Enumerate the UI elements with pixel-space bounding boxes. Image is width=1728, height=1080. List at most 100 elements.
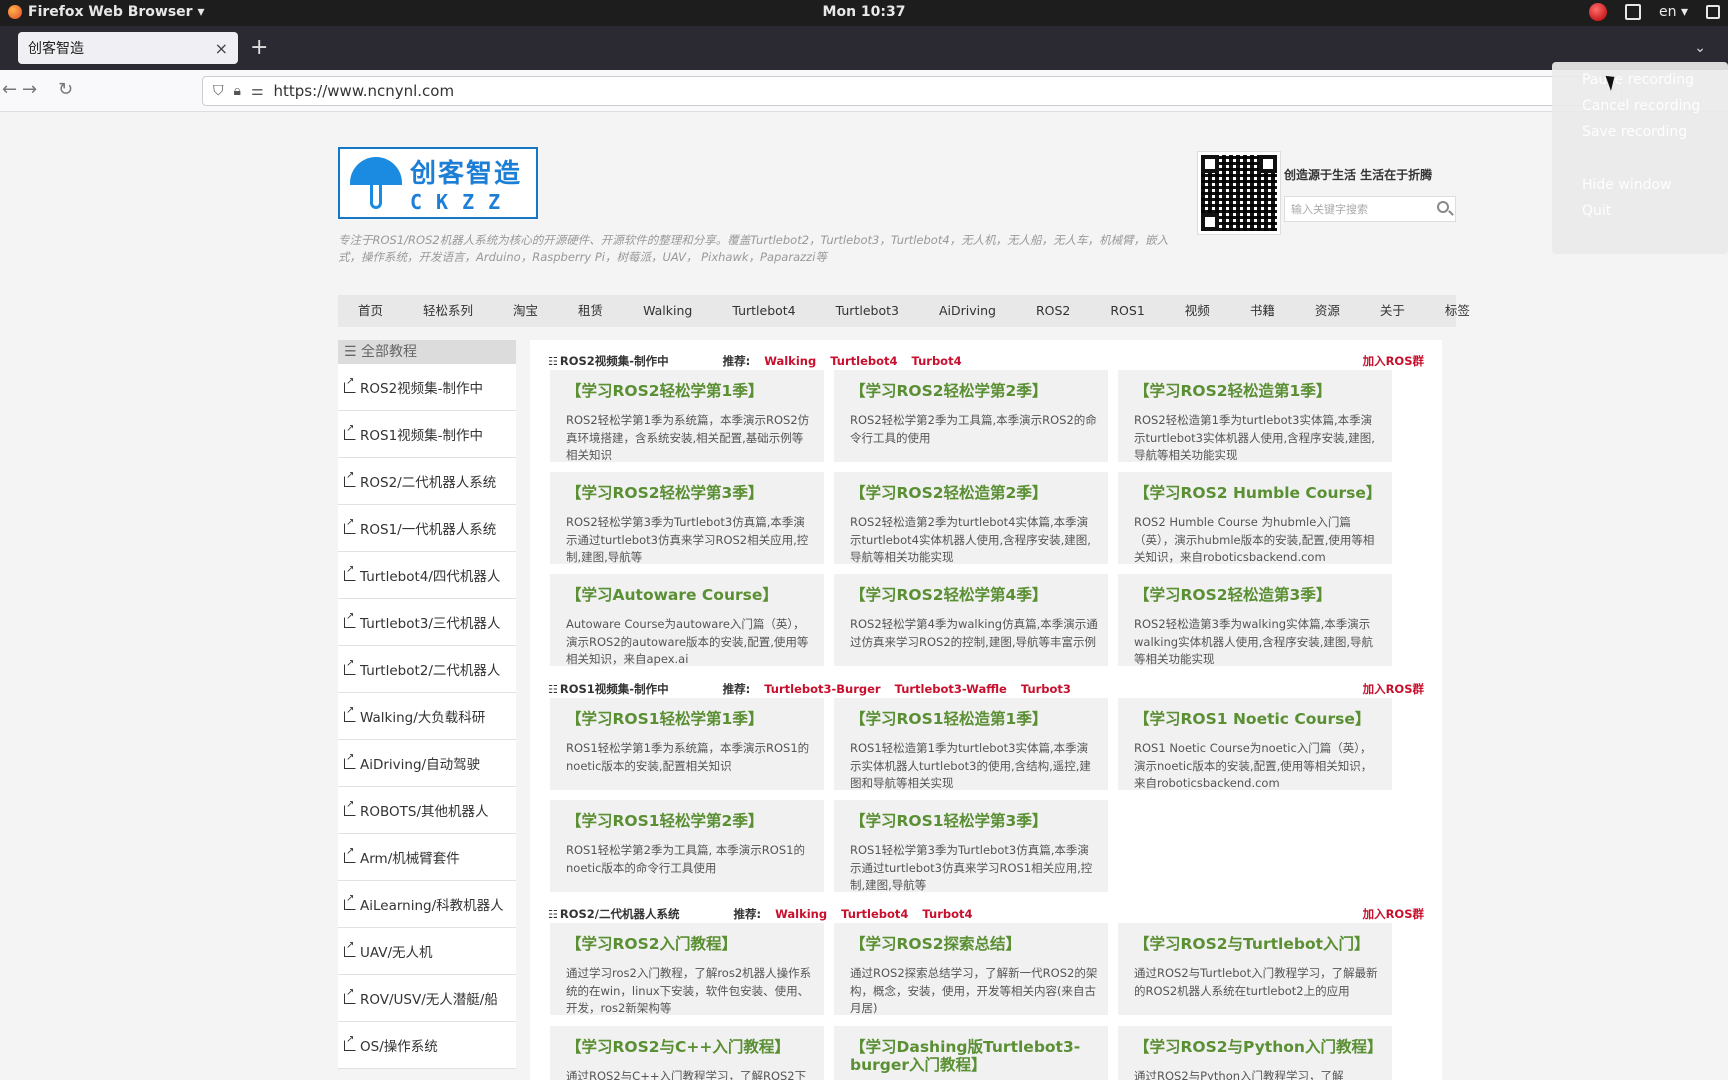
course-card[interactable]: 【学习ROS2 Humble Course】 ROS2 Humble Course… [1118, 472, 1392, 564]
sidebar-item[interactable]: ROBOTS/其他机器人 [338, 787, 516, 834]
site-logo[interactable]: 创客智造 CKZZ [338, 147, 538, 219]
recommend-tag[interactable]: Turtlebot3-Waffle [895, 682, 1007, 696]
system-menu-icon[interactable] [1706, 5, 1720, 19]
nav-item[interactable]: 视频 [1165, 295, 1230, 327]
sidebar-item[interactable]: Turtlebot2/二代机器人 [338, 646, 516, 693]
course-card[interactable]: 【学习ROS2轻松造第1季】 ROS2轻松造第1季为turtlebot3实体篇,本… [1118, 370, 1392, 462]
course-card[interactable]: 【学习ROS2轻松学第3季】 ROS2轻松学第3季为Turtlebot3仿真篇,本… [550, 472, 824, 564]
sidebar-item[interactable]: ROS2/二代机器人系统 [338, 458, 516, 505]
nav-item[interactable]: 首页 [338, 295, 403, 327]
url-bar[interactable]: ⛉ 🔒︎ ⚌ https://www.ncnynl.com [202, 76, 1622, 106]
sidebar-item[interactable]: AiLearning/科教机器人 [338, 881, 516, 928]
course-card-title[interactable]: 【学习ROS1轻松学第2季】 [550, 800, 824, 830]
sidebar-item[interactable]: ROV/USV/无人潜艇/船 [338, 975, 516, 1022]
course-card[interactable]: 【学习ROS2轻松学第2季】 ROS2轻松学第2季为工具篇,本季演示ROS2的命令… [834, 370, 1108, 462]
permissions-icon[interactable]: ⚌ [251, 83, 264, 99]
sidebar-item[interactable]: ROS1/一代机器人系统 [338, 505, 516, 552]
sidebar-item[interactable]: UAV/无人机 [338, 928, 516, 975]
course-card[interactable]: 【学习ROS1轻松造第1季】 ROS1轻松造第1季为turtlebot3实体篇,本… [834, 698, 1108, 790]
sidebar-item[interactable]: AiDriving/自动驾驶 [338, 740, 516, 787]
course-card-title[interactable]: 【学习ROS1轻松造第1季】 [834, 698, 1108, 728]
nav-item[interactable]: 租赁 [558, 295, 623, 327]
course-card[interactable]: 【学习ROS1轻松学第2季】 ROS1轻松学第2季为工具篇, 本季演示ROS1的n… [550, 800, 824, 892]
pause-recording-item[interactable]: Pause recording [1582, 72, 1694, 88]
back-arrow-icon[interactable]: ← [2, 79, 17, 100]
course-card-title[interactable]: 【学习Autoware Course】 [550, 574, 824, 604]
new-tab-icon[interactable]: + [250, 37, 268, 59]
course-card[interactable]: 【学习ROS2轻松造第3季】 ROS2轻松造第3季为walking实体篇,本季演示… [1118, 574, 1392, 666]
tracking-shield-icon[interactable]: ⛉ [213, 83, 224, 99]
course-card-title[interactable]: 【学习ROS1轻松学第1季】 [550, 698, 824, 728]
nav-item[interactable]: ROS2 [1016, 295, 1090, 327]
close-tab-icon[interactable]: × [215, 39, 228, 58]
search-box[interactable]: 输入关键字搜索 [1284, 196, 1456, 222]
sidebar-item[interactable]: Arm/机械臂套件 [338, 834, 516, 881]
nav-item[interactable]: 关于 [1360, 295, 1425, 327]
search-icon[interactable] [1437, 201, 1449, 213]
keyboard-icon[interactable] [1625, 4, 1642, 20]
sidebar-item[interactable]: OS/操作系统 [338, 1022, 516, 1069]
join-ros-group-link[interactable]: 加入ROS群 [1363, 906, 1424, 922]
reload-icon[interactable]: ↻ [58, 79, 73, 100]
course-card[interactable]: 【学习ROS2轻松造第2季】 ROS2轻松造第2季为turtlebot4实体篇,本… [834, 472, 1108, 564]
course-card[interactable]: 【学习ROS1轻松学第3季】 ROS1轻松学第3季为Turtlebot3仿真篇,本… [834, 800, 1108, 892]
course-card-title[interactable]: 【学习ROS2 Humble Course】 [1118, 472, 1392, 502]
recommend-tag[interactable]: Turtlebot4 [841, 907, 908, 921]
course-card-title[interactable]: 【学习ROS2与Turtlebot入门】 [1118, 923, 1392, 953]
recommend-tag[interactable]: Turbot4 [912, 354, 962, 368]
course-card-title[interactable]: 【学习ROS2入门教程】 [550, 923, 824, 953]
recommend-tag[interactable]: Turbot4 [922, 907, 972, 921]
recommend-tag[interactable]: Walking [764, 354, 816, 368]
section-title[interactable]: ROS2/二代机器人系统 [560, 906, 680, 922]
nav-item[interactable]: ROS1 [1090, 295, 1164, 327]
nav-item[interactable]: Turtlebot4 [712, 295, 815, 327]
course-card[interactable]: 【学习ROS2与Turtlebot入门】 通过ROS2与Turtlebot入门教程… [1118, 923, 1392, 1015]
sidebar-item[interactable]: ROS2视频集-制作中 [338, 364, 516, 411]
nav-item[interactable]: 书籍 [1230, 295, 1295, 327]
recommend-tag[interactable]: Turbot3 [1021, 682, 1071, 696]
section-title[interactable]: ROS1视频集-制作中 [560, 681, 669, 697]
recording-indicator-icon[interactable] [1589, 3, 1608, 21]
forward-arrow-icon[interactable]: → [22, 79, 37, 100]
search-input[interactable]: 输入关键字搜索 [1291, 201, 1368, 217]
course-card[interactable]: 【学习ROS1轻松学第1季】 ROS1轻松学第1季为系统篇，本季演示ROS1的no… [550, 698, 824, 790]
quit-item[interactable]: Quit [1582, 203, 1611, 219]
nav-item[interactable]: AiDriving [919, 295, 1016, 327]
clock[interactable]: Mon 10:37 [0, 4, 1728, 20]
list-all-tabs-icon[interactable]: ⌄ [1694, 40, 1706, 56]
course-card-title[interactable]: 【学习ROS2轻松学第2季】 [834, 370, 1108, 400]
language-selector[interactable]: en ▾ [1659, 4, 1688, 20]
section-title[interactable]: ROS2视频集-制作中 [560, 353, 669, 369]
course-card-title[interactable]: 【学习ROS1轻松学第3季】 [834, 800, 1108, 830]
course-card[interactable]: 【学习ROS1 Noetic Course】 ROS1 Noetic Course… [1118, 698, 1392, 790]
course-card[interactable]: 【学习ROS2轻松学第1季】 ROS2轻松学第1季为系统篇，本季演示ROS2仿真环… [550, 370, 824, 462]
course-card-title[interactable]: 【学习ROS2轻松学第4季】 [834, 574, 1108, 604]
sidebar-header[interactable]: ☰ 全部教程 [338, 340, 516, 364]
nav-item[interactable]: 标签 [1425, 295, 1490, 327]
sidebar-item[interactable]: ROS1视频集-制作中 [338, 411, 516, 458]
course-card-title[interactable]: 【学习Dashing版Turtlebot3-burger入门教程】 [834, 1026, 1108, 1074]
course-card-title[interactable]: 【学习ROS2轻松造第1季】 [1118, 370, 1392, 400]
course-card-title[interactable]: 【学习ROS2探索总结】 [834, 923, 1108, 953]
recommend-tag[interactable]: Walking [775, 907, 827, 921]
course-card-title[interactable]: 【学习ROS2轻松学第3季】 [550, 472, 824, 502]
tab-active[interactable]: 创客智造 × [18, 32, 238, 64]
course-card[interactable]: 【学习ROS2探索总结】 通过ROS2探索总结学习，了解新一代ROS2的架构，概念… [834, 923, 1108, 1015]
course-card-title[interactable]: 【学习ROS2与Python入门教程】 [1118, 1026, 1392, 1056]
course-card-title[interactable]: 【学习ROS2轻松造第3季】 [1118, 574, 1392, 604]
nav-item[interactable]: Turtlebot3 [816, 295, 919, 327]
nav-item[interactable]: 轻松系列 [403, 295, 493, 327]
nav-item[interactable]: 淘宝 [493, 295, 558, 327]
nav-item[interactable]: Walking [623, 295, 712, 327]
course-card-title[interactable]: 【学习ROS2轻松学第1季】 [550, 370, 824, 400]
course-card-title[interactable]: 【学习ROS2轻松造第2季】 [834, 472, 1108, 502]
course-card[interactable]: 【学习ROS2轻松学第4季】 ROS2轻松学第4季为walking仿真篇,本季演示… [834, 574, 1108, 666]
sidebar-item[interactable]: Walking/大负载科研 [338, 693, 516, 740]
join-ros-group-link[interactable]: 加入ROS群 [1363, 681, 1424, 697]
cancel-recording-item[interactable]: Cancel recording [1582, 98, 1700, 114]
sidebar-item[interactable]: Turtlebot4/四代机器人 [338, 552, 516, 599]
recommend-tag[interactable]: Turtlebot3-Burger [764, 682, 880, 696]
join-ros-group-link[interactable]: 加入ROS群 [1363, 353, 1424, 369]
nav-item[interactable]: 资源 [1295, 295, 1360, 327]
course-card[interactable]: 【学习Autoware Course】 Autoware Course为autow… [550, 574, 824, 666]
